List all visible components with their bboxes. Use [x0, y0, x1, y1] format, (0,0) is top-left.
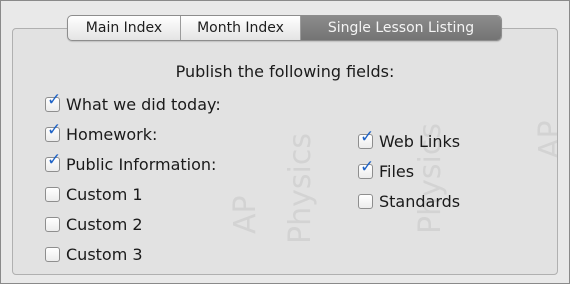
checkbox-box[interactable]: [358, 193, 373, 209]
checkbox-custom-2[interactable]: Custom 2: [45, 213, 143, 235]
checkbox-public-information[interactable]: ✓ Public Information:: [45, 151, 217, 175]
tab-main-index[interactable]: Main Index: [68, 16, 181, 40]
checkbox-label: Public Information:: [66, 154, 217, 174]
checkbox-web-links[interactable]: ✓ Web Links: [358, 128, 461, 152]
tab-month-index[interactable]: Month Index: [181, 16, 301, 40]
checkbox-box[interactable]: ✓: [358, 158, 374, 179]
checkbox-label: Custom 3: [66, 244, 143, 264]
checkbox-box[interactable]: [45, 246, 60, 262]
checkbox-label: Web Links: [379, 131, 461, 151]
checkbox-box[interactable]: ✓: [45, 121, 61, 142]
checkmark-icon: ✓: [47, 149, 62, 170]
checkmark-icon: ✓: [360, 126, 375, 147]
checkbox-what-we-did-today[interactable]: ✓ What we did today:: [45, 91, 221, 115]
checkbox-homework[interactable]: ✓ Homework:: [45, 121, 158, 145]
checkmark-icon: ✓: [360, 156, 375, 177]
background-watermark: Physics: [283, 133, 318, 244]
publish-heading: Publish the following fields:: [175, 62, 395, 81]
checkbox-label: Custom 2: [66, 214, 143, 234]
checkbox-label: Homework:: [66, 124, 158, 144]
checkbox-box[interactable]: ✓: [45, 91, 61, 112]
checkbox-standards[interactable]: Standards: [358, 190, 460, 212]
checkbox-custom-3[interactable]: Custom 3: [45, 243, 143, 265]
checkbox-box[interactable]: [45, 186, 60, 202]
checkbox-box[interactable]: ✓: [358, 128, 374, 149]
background-watermark: AP: [533, 120, 558, 159]
tab-bar: Main Index Month Index Single Lesson Lis…: [67, 15, 502, 41]
checkbox-custom-1[interactable]: Custom 1: [45, 183, 143, 205]
checkbox-label: Standards: [379, 191, 461, 211]
checkmark-icon: ✓: [47, 89, 62, 110]
checkmark-icon: ✓: [47, 119, 62, 140]
background-watermark: AP: [228, 195, 263, 234]
checkbox-files[interactable]: ✓ Files: [358, 158, 415, 182]
checkbox-label: Files: [379, 161, 415, 181]
checkbox-box[interactable]: [45, 216, 60, 232]
checkbox-box[interactable]: ✓: [45, 151, 61, 172]
tab-single-lesson-listing[interactable]: Single Lesson Listing: [301, 16, 501, 40]
checkbox-label: Custom 1: [66, 184, 143, 204]
checkbox-label: What we did today:: [66, 94, 221, 114]
